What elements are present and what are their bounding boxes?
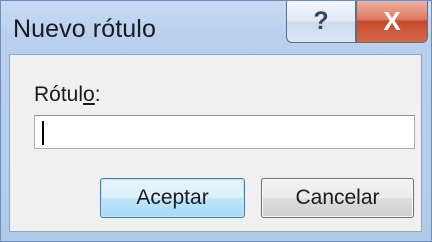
help-button[interactable]: ?: [286, 1, 356, 43]
dialog-window: Nuevo rótulo ? X Rótulo: Aceptar Cancela…: [0, 0, 432, 242]
label-text-start: Rótul: [34, 83, 84, 106]
label-field-label: Rótulo:: [34, 83, 101, 107]
text-cursor: [42, 121, 44, 145]
dialog-body: Rótulo: Aceptar Cancelar: [9, 54, 422, 232]
close-button[interactable]: X: [356, 1, 428, 43]
close-icon: X: [383, 6, 401, 36]
help-icon: ?: [313, 7, 329, 35]
accept-button[interactable]: Aceptar: [100, 178, 245, 218]
label-mnemonic: o: [83, 83, 95, 106]
label-colon: :: [94, 83, 101, 106]
cancel-button[interactable]: Cancelar: [261, 178, 414, 218]
dialog-title: Nuevo rótulo: [13, 15, 156, 43]
label-input[interactable]: [34, 115, 415, 149]
